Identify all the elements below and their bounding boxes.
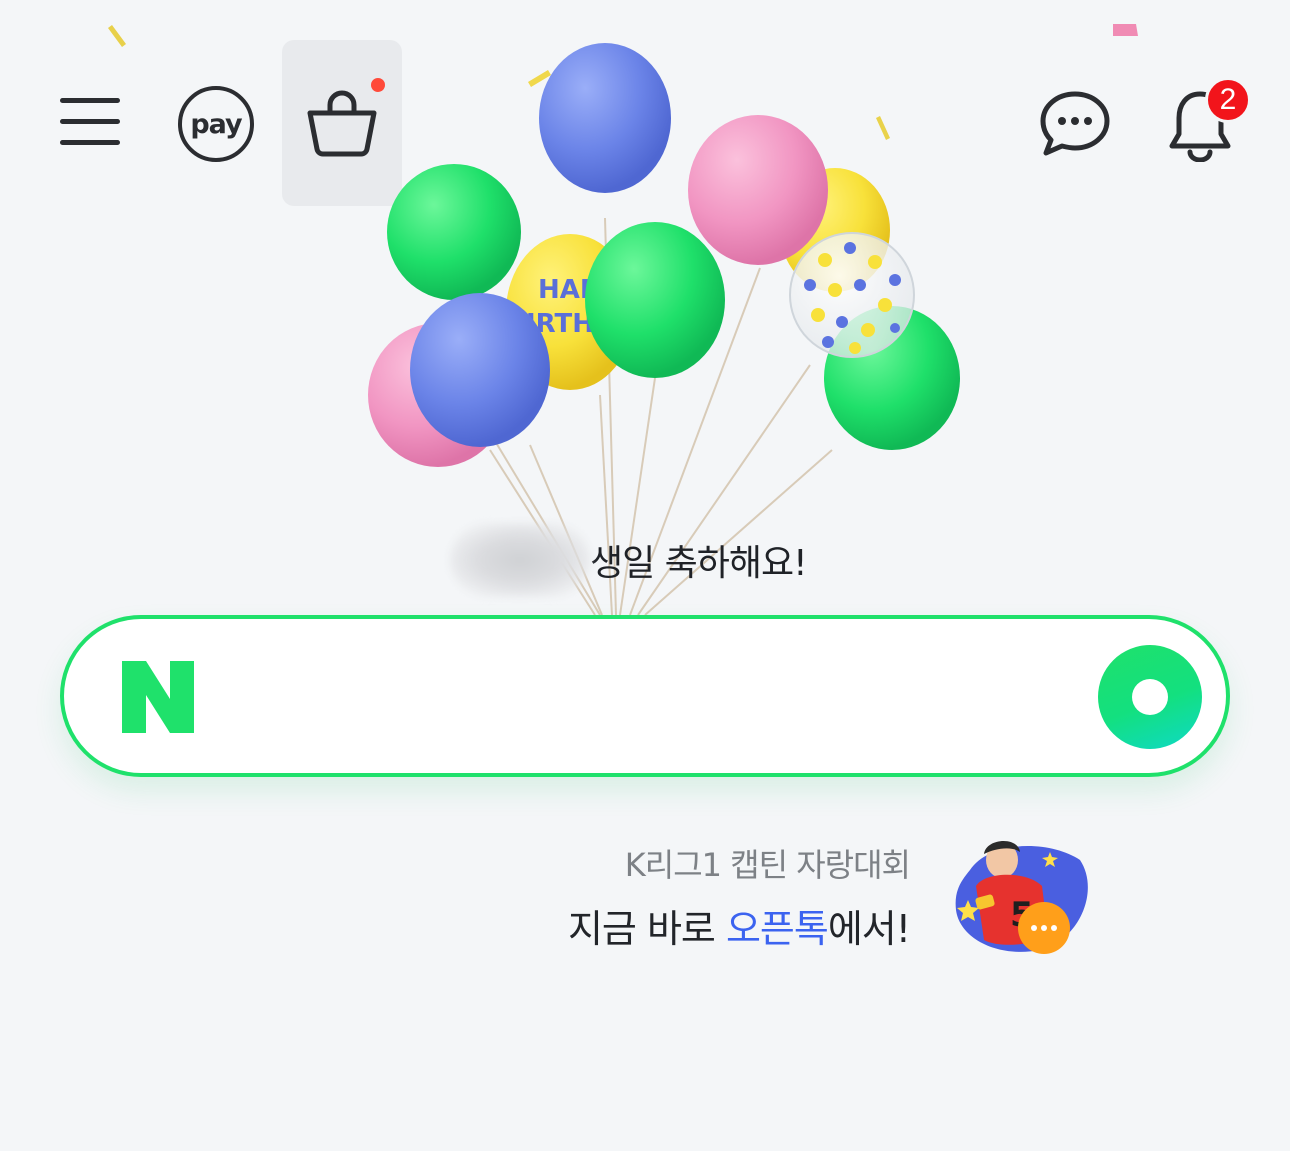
search-button-icon bbox=[1132, 679, 1168, 715]
pay-button[interactable]: pay bbox=[172, 82, 260, 166]
home-screen: pay 2 HAP IRTH 생일 축하해요! K리그1 캡틴 자랑대회 지금 … bbox=[0, 0, 1290, 1151]
speech-bubble-icon bbox=[1040, 91, 1110, 156]
search-button[interactable] bbox=[1098, 645, 1202, 749]
promo-subtitle: K리그1 캡틴 자랑대회 bbox=[624, 846, 911, 884]
birthday-greeting: 생일 축하해요! bbox=[450, 520, 870, 600]
greeting-text: 생일 축하해요! bbox=[590, 543, 808, 584]
blurred-username bbox=[450, 523, 590, 597]
chat-button[interactable] bbox=[1030, 84, 1120, 164]
search-input[interactable] bbox=[224, 649, 1088, 745]
search-bar[interactable] bbox=[60, 615, 1230, 777]
naver-logo-icon bbox=[122, 661, 194, 733]
promo-banner[interactable]: K리그1 캡틴 자랑대회 지금 바로 오픈톡에서! 5 bbox=[520, 830, 1090, 970]
notification-count-badge: 2 bbox=[1205, 77, 1251, 123]
hamburger-menu-icon bbox=[60, 98, 120, 145]
menu-button[interactable] bbox=[50, 82, 130, 162]
promo-title-suffix: 에서! bbox=[827, 907, 911, 951]
soccer-captain-illustration: 5 bbox=[955, 840, 1088, 954]
promo-title-prefix: 지금 바로 bbox=[567, 907, 726, 951]
promo-title: 지금 바로 오픈톡에서! bbox=[567, 898, 911, 953]
promo-title-highlight: 오픈톡 bbox=[725, 907, 829, 951]
pay-label: pay bbox=[178, 86, 254, 162]
